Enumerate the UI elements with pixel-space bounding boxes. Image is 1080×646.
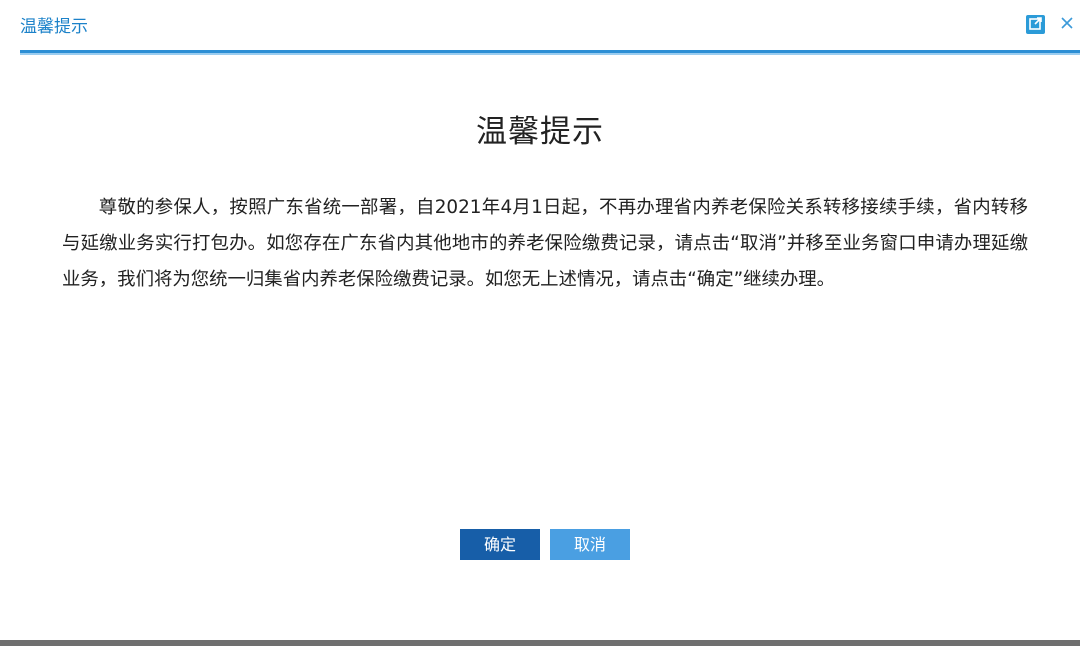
cancel-button[interactable]: 取消 — [550, 529, 630, 560]
notice-title: 温馨提示 — [476, 114, 604, 150]
close-button[interactable] — [1056, 13, 1078, 35]
dialog-header-title: 温馨提示 — [20, 17, 88, 37]
close-icon — [1060, 15, 1074, 34]
external-link-icon — [1029, 15, 1042, 34]
expand-button[interactable] — [1026, 15, 1045, 34]
dialog-header: 温馨提示 — [0, 0, 1080, 56]
notice-dialog: 温馨提示 温馨提示 尊敬的参保人，按照广东省统一部署，自2021年4月1日起，不… — [0, 0, 1080, 640]
confirm-button[interactable]: 确定 — [460, 529, 540, 560]
header-divider-shadow — [20, 53, 1080, 55]
notice-body: 尊敬的参保人，按照广东省统一部署，自2021年4月1日起，不再办理省内养老保险关… — [62, 197, 1028, 290]
background-page-strip — [0, 640, 1080, 646]
